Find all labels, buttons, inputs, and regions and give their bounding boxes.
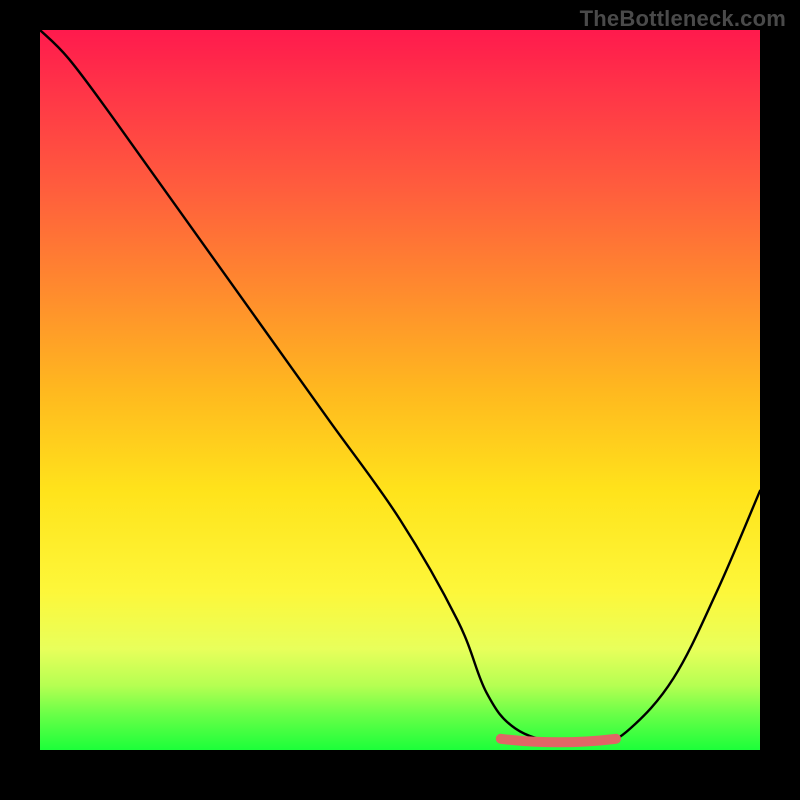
bottleneck-curve (40, 30, 760, 745)
curve-layer (40, 30, 760, 750)
watermark-text: TheBottleneck.com (580, 6, 786, 32)
chart-frame: TheBottleneck.com (0, 0, 800, 800)
valley-highlight (501, 739, 616, 743)
plot-area (40, 30, 760, 750)
